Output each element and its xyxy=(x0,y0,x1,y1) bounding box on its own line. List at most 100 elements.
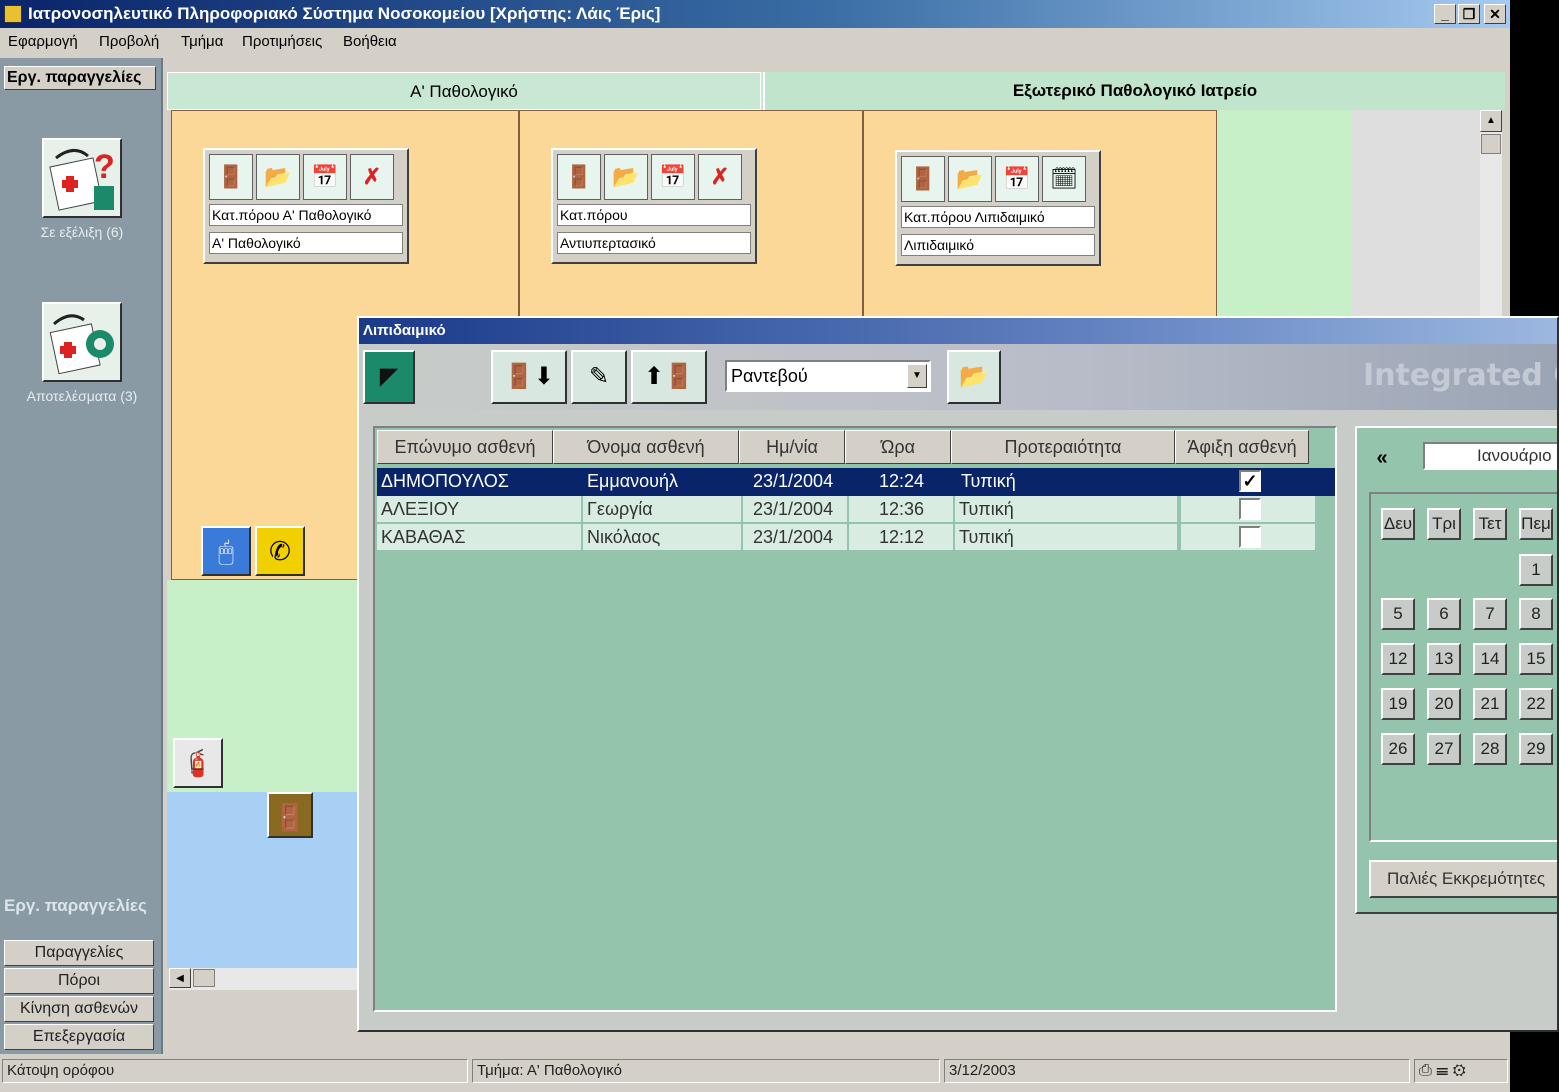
left-footer-header: Εργ. παραγγελίες xyxy=(4,896,147,915)
prev-month-icon[interactable]: « xyxy=(1369,446,1395,470)
arrival-checkbox[interactable] xyxy=(1239,498,1261,520)
col-arrival[interactable]: Άφιξη ασθενή xyxy=(1175,430,1309,464)
in-progress-orders-icon[interactable]: ? xyxy=(42,138,122,218)
cell-priority: Τυπική xyxy=(955,496,1177,522)
calendar-day[interactable]: 21 xyxy=(1473,688,1507,720)
appointment-type-select[interactable]: Ραντεβού ▼ xyxy=(725,360,931,392)
day-header-wed: Τετ xyxy=(1473,508,1507,540)
col-first-name[interactable]: Όνομα ασθενή xyxy=(553,430,739,464)
status-department: Τμήμα: Α' Παθολογικό xyxy=(472,1059,940,1083)
folder-icon[interactable]: 📂 xyxy=(256,154,300,200)
calendar-day[interactable]: 5 xyxy=(1381,598,1415,630)
calendar-icon[interactable]: 📅 xyxy=(303,154,347,200)
eraser-icon[interactable]: ✎ xyxy=(571,350,627,404)
resource-card-antihypertensive[interactable]: 🚪 📂 📅 ✗ Κατ.πόρου Αντιυπερτασικό xyxy=(551,148,757,264)
folder-icon[interactable]: 📂 xyxy=(604,154,648,200)
vertical-scrollbar[interactable]: ▲ xyxy=(1480,110,1502,330)
left-panel-header[interactable]: Εργ. παραγγελίες xyxy=(4,66,156,90)
calendar-day[interactable]: 20 xyxy=(1427,688,1461,720)
tab-internal-medicine-a[interactable]: Α' Παθολογικό xyxy=(167,72,761,110)
exit-door-icon[interactable]: 🚪 xyxy=(267,792,313,838)
calendar-day[interactable]: 19 xyxy=(1381,688,1415,720)
table-row[interactable]: ΑΛΕΞΙΟΥ Γεωργία 23/1/2004 12:36 Τυπική xyxy=(377,496,1335,524)
day-header-mon: Δευ xyxy=(1381,508,1415,540)
restore-button[interactable]: ❐ xyxy=(1458,4,1480,24)
calendar-day[interactable]: 14 xyxy=(1473,643,1507,675)
tab-outpatient-clinic[interactable]: Εξωτερικό Παθολογικό Ιατρείο xyxy=(763,72,1505,110)
resources-button[interactable]: Πόροι xyxy=(4,968,154,994)
calendar-day[interactable]: 6 xyxy=(1427,598,1461,630)
col-time[interactable]: Ώρα xyxy=(845,430,951,464)
calendar-list-icon[interactable]: 🗓 xyxy=(1042,156,1086,202)
col-date[interactable]: Ημ/νία xyxy=(739,430,845,464)
mouse-icon[interactable]: 🖱 xyxy=(201,526,251,576)
menu-application[interactable]: Εφαρμογή xyxy=(8,33,78,50)
room-grey xyxy=(1352,110,1480,330)
doctor-door-icon[interactable]: 🚪 xyxy=(209,154,253,200)
scroll-thumb[interactable] xyxy=(1481,134,1501,154)
menu-help[interactable]: Βοήθεια xyxy=(343,33,397,50)
close-button[interactable]: ✕ xyxy=(1484,4,1506,24)
folder-refresh-icon[interactable]: 📂 xyxy=(947,350,1001,404)
menu-view[interactable]: Προβολή xyxy=(99,33,159,50)
cell-date: 23/1/2004 xyxy=(743,496,847,522)
card-resource-name: Λιπιδαιμικό xyxy=(901,234,1095,256)
calendar-day[interactable]: 22 xyxy=(1519,688,1553,720)
menu-department[interactable]: Τμήμα xyxy=(181,33,223,50)
month-field[interactable]: Ιανουάριο xyxy=(1423,442,1557,470)
chevron-down-icon[interactable]: ▼ xyxy=(907,364,927,388)
dialog-title[interactable]: Λιπιδαιμικό xyxy=(359,318,1557,344)
calendar-icon[interactable]: 📅 xyxy=(995,156,1039,202)
cell-time: 12:24 xyxy=(879,471,925,491)
lower-room xyxy=(167,792,357,968)
folder-icon[interactable]: 📂 xyxy=(948,156,992,202)
calendar-day[interactable]: 15 xyxy=(1519,643,1553,675)
arrival-checkbox[interactable] xyxy=(1239,526,1261,548)
menu-preferences[interactable]: Προτιμήσεις xyxy=(242,33,322,50)
phone-icon[interactable]: ✆ xyxy=(255,526,305,576)
calendar-day[interactable]: 26 xyxy=(1381,733,1415,765)
col-priority[interactable]: Προτεραιότητα xyxy=(951,430,1175,464)
calendar-grid: Δευ Τρι Τετ Πεμ 1 5 6 7 8 12 13 14 15 19… xyxy=(1369,492,1557,842)
room-green xyxy=(1217,110,1352,330)
hscroll-thumb[interactable] xyxy=(193,969,215,987)
svg-text:?: ? xyxy=(94,148,115,186)
table-row[interactable]: ΚΑΒΑΘΑΣ Νικόλαος 23/1/2004 12:12 Τυπική xyxy=(377,524,1335,552)
calendar-panel: « Ιανουάριο Δευ Τρι Τετ Πεμ 1 5 6 7 8 12… xyxy=(1355,426,1557,914)
calendar-day[interactable]: 7 xyxy=(1473,598,1507,630)
cell-first-name: Νικόλαος xyxy=(583,524,741,550)
calendar-day[interactable]: 1 xyxy=(1519,554,1553,586)
horizontal-scrollbar[interactable]: ◀ xyxy=(169,968,357,990)
resource-card-internal[interactable]: 🚪 📂 📅 ✗ Κατ.πόρου Α' Παθολογικό Α' Παθολ… xyxy=(203,148,409,264)
processing-button[interactable]: Επεξεργασία xyxy=(4,1024,154,1050)
calendar-icon[interactable]: 📅 xyxy=(651,154,695,200)
table-row[interactable]: ΔΗΜΟΠΟΥΛΟΣ Εμμανουήλ 23/1/2004 12:24 Τυπ… xyxy=(377,468,1335,496)
admit-patient-icon[interactable]: 🚪⬇ xyxy=(491,350,567,404)
scroll-left-icon[interactable]: ◀ xyxy=(169,968,191,988)
scroll-up-icon[interactable]: ▲ xyxy=(1480,110,1502,132)
calendar-day[interactable]: 29 xyxy=(1519,733,1553,765)
arrival-checkbox[interactable]: ✓ xyxy=(1239,470,1261,492)
doctor-door-icon[interactable]: 🚪 xyxy=(901,156,945,202)
old-pending-button[interactable]: Παλιές Εκκρεμότητες xyxy=(1369,860,1557,898)
fire-extinguisher-icon[interactable]: 🧯 xyxy=(173,738,223,788)
results-icon[interactable] xyxy=(42,302,122,382)
col-surname[interactable]: Επώνυμο ασθενή xyxy=(377,430,553,464)
calendar-day[interactable]: 8 xyxy=(1519,598,1553,630)
card-resource-name: Αντιυπερτασικό xyxy=(557,232,751,254)
calendar-day[interactable]: 28 xyxy=(1473,733,1507,765)
doctor-door-icon[interactable]: 🚪 xyxy=(557,154,601,200)
appointment-type-value: Ραντεβού xyxy=(731,366,808,386)
cancel-calendar-icon[interactable]: ✗ xyxy=(698,154,742,200)
orders-button[interactable]: Παραγγελίες xyxy=(4,940,154,966)
cancel-calendar-icon[interactable]: ✗ xyxy=(350,154,394,200)
minimize-button[interactable]: _ xyxy=(1434,4,1456,24)
calendar-day[interactable]: 12 xyxy=(1381,643,1415,675)
patient-movement-button[interactable]: Κίνηση ασθενών xyxy=(4,996,154,1022)
title-bar[interactable]: Ιατρονοσηλευτικό Πληροφοριακό Σύστημα Νο… xyxy=(0,0,1512,28)
calendar-day[interactable]: 13 xyxy=(1427,643,1461,675)
corner-nav-icon[interactable]: ◤ xyxy=(363,350,415,404)
discharge-patient-icon[interactable]: ⬆🚪 xyxy=(631,350,707,404)
resource-card-lipid[interactable]: 🚪 📂 📅 🗓 Κατ.πόρου Λιπιδαιμικό Λιπιδαιμικ… xyxy=(895,150,1101,266)
calendar-day[interactable]: 27 xyxy=(1427,733,1461,765)
